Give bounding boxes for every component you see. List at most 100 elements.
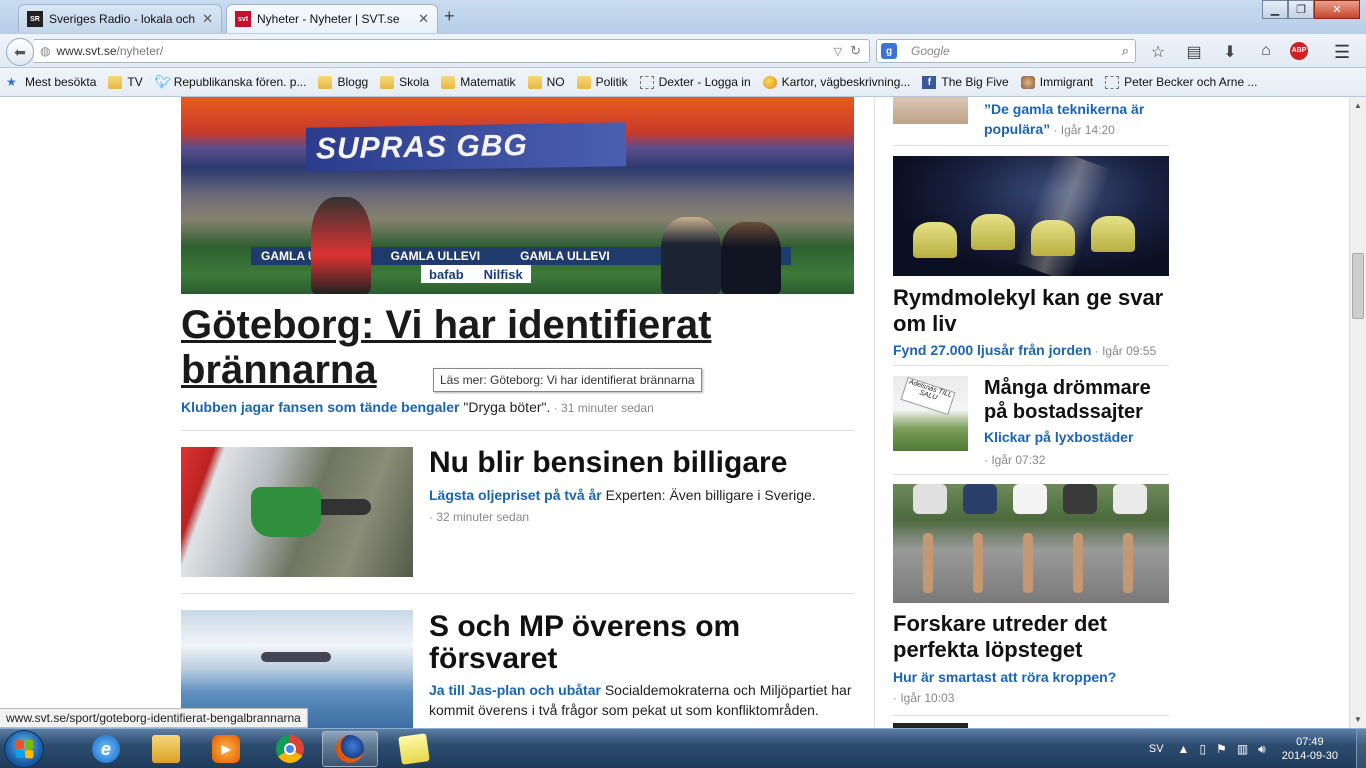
tab-close-icon[interactable]: ✕ xyxy=(202,11,213,27)
ad-text: GAMLA ULLEVI xyxy=(390,249,481,263)
article-lead-link[interactable]: Ja till Jas-plan och ubåtar xyxy=(429,682,601,698)
download-icon[interactable]: ⬇ xyxy=(1218,42,1242,62)
folder-icon xyxy=(441,75,456,89)
google-icon[interactable]: g xyxy=(881,43,897,59)
action-center-flag-icon[interactable]: ⚑ xyxy=(1216,742,1227,756)
bookmark-star-icon[interactable]: ☆ xyxy=(1146,42,1170,62)
home-icon[interactable]: ⌂ xyxy=(1254,42,1278,62)
person-figure xyxy=(661,217,721,294)
back-button[interactable]: ⬅ xyxy=(6,38,34,66)
article-time-line: · 32 minuter sedan xyxy=(429,506,529,527)
reload-icon[interactable]: ↻ xyxy=(850,43,861,59)
windows-logo-icon xyxy=(15,739,34,759)
adblock-icon[interactable]: ABP xyxy=(1290,42,1308,60)
scroll-up-icon[interactable]: ▲ xyxy=(1350,97,1366,114)
clock[interactable]: 07:49 2014-09-30 xyxy=(1282,735,1338,763)
sidebar-headline[interactable]: Rymdmolekyl kan ge svar om liv xyxy=(893,285,1169,337)
bookmark-label: Republikanska fören. p... xyxy=(173,75,307,89)
internet-explorer-icon: e xyxy=(92,735,120,763)
volume-icon[interactable]: 🔊︎ xyxy=(1258,742,1266,757)
sidebar-headline[interactable]: Forskare utreder det perfekta löpsteget xyxy=(893,611,1169,663)
bookmark-item[interactable]: Dexter - Logga in xyxy=(639,75,751,89)
bookmark-item[interactable]: Immigrant xyxy=(1020,75,1093,89)
top-thumbnail-image[interactable] xyxy=(893,97,968,124)
page-content: SUPRAS GBG GAMLA ULLEVI GAMLA ULLEVI GAM… xyxy=(0,97,1349,728)
site-identity-icon[interactable]: ◍ xyxy=(40,44,50,58)
restore-icon[interactable]: ❐ xyxy=(1288,0,1314,19)
folder-icon xyxy=(380,75,395,89)
bookmark-item[interactable]: Blogg xyxy=(318,75,368,89)
bookmark-label: TV xyxy=(127,75,143,89)
tab-svt-nyheter[interactable]: svt Nyheter - Nyheter | SVT.se ✕ xyxy=(226,4,438,33)
milky-way-shape xyxy=(1014,156,1112,276)
fuel-nozzle-image[interactable] xyxy=(181,447,413,577)
show-hidden-icons-icon[interactable]: ▲ xyxy=(1178,742,1190,756)
sidebar-lead-link[interactable]: Klickar på lyxbostäder xyxy=(984,429,1133,445)
windows-taskbar: e ▶ SV ▲ ▯ ⚑ ▥ 🔊︎ 07:49 2014-09-30 xyxy=(0,728,1366,768)
sidebar-leadline: Fynd 27.000 ljusår från jorden · Igår 09… xyxy=(893,340,1169,361)
vertical-scrollbar[interactable]: ▲ ▼ xyxy=(1349,97,1366,728)
article-text: Experten: Även billigare i Sverige. xyxy=(601,487,816,503)
navigation-toolbar: ◍ www.svt.se/nyheter/ ▽ ↻ ⬅ g Google ⌕ ☆… xyxy=(0,34,1366,68)
tab-close-icon[interactable]: ✕ xyxy=(418,11,429,27)
sidebar-lead-link[interactable]: Fynd 27.000 ljusår från jorden xyxy=(893,342,1091,358)
bookmark-item[interactable]: ★ Mest besökta xyxy=(6,75,96,89)
search-input[interactable]: Google xyxy=(911,44,1122,58)
bookmark-item[interactable]: 🐦︎ Republikanska fören. p... xyxy=(155,74,307,90)
hero-lead-link[interactable]: Klubben jagar fansen som tände bengaler xyxy=(181,399,460,415)
scroll-down-icon[interactable]: ▼ xyxy=(1350,711,1366,728)
house-for-sale-image[interactable]: Adelsnäs TILL SALU xyxy=(893,376,968,451)
bookmark-item[interactable]: f The Big Five xyxy=(922,75,1009,89)
close-window-icon[interactable]: ✕ xyxy=(1314,0,1360,19)
menu-icon[interactable]: ☰ xyxy=(1334,42,1350,63)
bookmark-item[interactable]: Peter Becker och Arne ... xyxy=(1105,75,1257,89)
bookmark-label: Politik xyxy=(595,75,628,89)
search-icon[interactable]: ⌕ xyxy=(1122,43,1129,59)
telescope-image[interactable] xyxy=(893,156,1169,276)
divider xyxy=(893,365,1169,366)
bookmark-item[interactable]: NO xyxy=(527,75,565,89)
bookmark-label: Dexter - Logga in xyxy=(658,75,751,89)
bookmark-item[interactable]: Skola xyxy=(380,75,429,89)
bookmark-item[interactable]: Politik xyxy=(576,75,628,89)
taskbar-media-player[interactable]: ▶ xyxy=(198,731,254,767)
article-headline[interactable]: S och MP överens om försvaret xyxy=(429,611,829,675)
taskbar-firefox[interactable] xyxy=(322,731,378,767)
reading-list-icon[interactable]: ▤ xyxy=(1182,42,1206,62)
svt-favicon-icon: svt xyxy=(235,11,251,27)
taskbar-ie[interactable]: e xyxy=(78,731,134,767)
bookmark-item[interactable]: Kartor, vägbeskrivning... xyxy=(762,75,910,89)
photographer-figure xyxy=(311,197,371,294)
minimize-icon[interactable]: ▁ xyxy=(1262,0,1288,19)
url-bar[interactable]: ◍ www.svt.se/nyheter/ ▽ ↻ xyxy=(34,39,870,63)
taskbar-sticky-notes[interactable] xyxy=(386,731,442,767)
article-lead-link[interactable]: Lägsta oljepriset på två år xyxy=(429,487,602,503)
face-icon xyxy=(1020,75,1035,89)
firefox-icon xyxy=(336,735,364,763)
taskbar-explorer[interactable] xyxy=(138,731,194,767)
hero-image[interactable]: SUPRAS GBG GAMLA ULLEVI GAMLA ULLEVI GAM… xyxy=(181,97,854,294)
runners-image[interactable] xyxy=(893,484,1169,603)
sidebar-headline[interactable]: Många drömmare på bostadssajter xyxy=(984,376,1174,424)
article-headline[interactable]: Nu blir bensinen billigare xyxy=(429,447,849,479)
scrollbar-thumb[interactable] xyxy=(1352,253,1364,319)
language-indicator[interactable]: SV xyxy=(1149,743,1164,755)
url-text[interactable]: www.svt.se/nyheter/ xyxy=(56,44,833,58)
show-desktop-button[interactable] xyxy=(1356,729,1366,768)
tab-sveriges-radio[interactable]: SR Sveriges Radio - lokala och... ✕ xyxy=(18,4,222,33)
dropdown-arrow-icon[interactable]: ▽ xyxy=(834,45,842,58)
bookmark-item[interactable]: TV xyxy=(108,75,143,89)
bookmark-item[interactable]: Matematik xyxy=(441,75,516,89)
search-bar[interactable]: g Google ⌕ xyxy=(876,39,1136,63)
new-tab-button[interactable]: + xyxy=(444,6,455,27)
start-button[interactable] xyxy=(4,730,44,768)
leg-shape xyxy=(923,533,933,593)
battery-icon[interactable]: ▯ xyxy=(1199,742,1206,756)
url-domain: www.svt.se xyxy=(56,44,117,58)
network-icon[interactable]: ▥ xyxy=(1237,742,1248,756)
leg-shape xyxy=(1123,533,1133,593)
bookmarks-toolbar: ★ Mest besökta TV 🐦︎ Republikanska fören. p.… xyxy=(0,68,1366,97)
sidebar-lead-link[interactable]: Hur är smartast att röra kroppen? xyxy=(893,669,1116,685)
sidebar-top-item: ”De gamla teknikerna är populära” · Igår… xyxy=(984,99,1174,140)
taskbar-chrome[interactable] xyxy=(262,731,318,767)
